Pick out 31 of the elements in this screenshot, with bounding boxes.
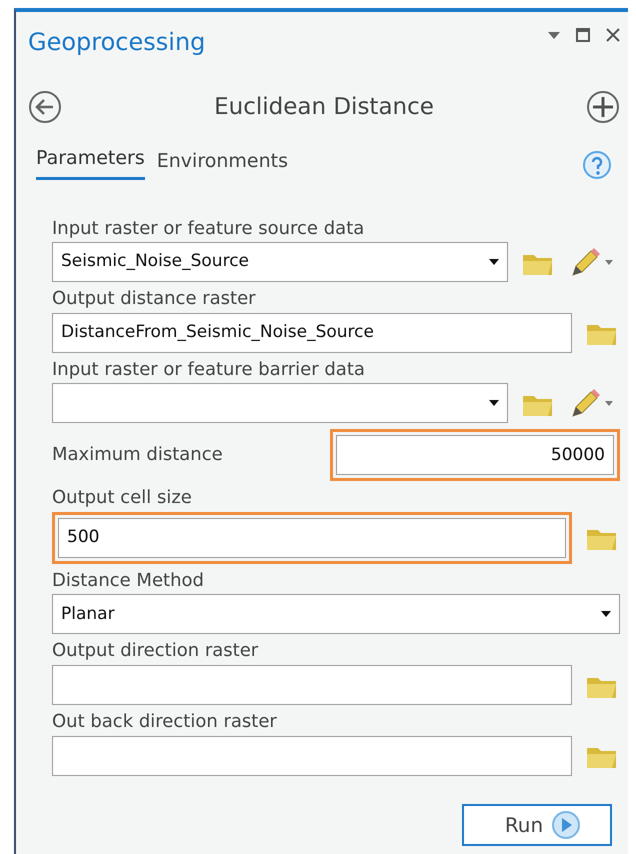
dropdown-field[interactable] bbox=[52, 383, 508, 424]
run-button[interactable]: Run bbox=[462, 804, 612, 846]
field-label: Input raster or feature barrier data bbox=[52, 358, 366, 380]
field-label: Out back direction raster bbox=[52, 711, 278, 733]
field-label: Maximum distance bbox=[52, 444, 223, 466]
input-field[interactable]: DistanceFrom_Seismic_Noise_Source bbox=[52, 312, 572, 353]
dropdown-caret-icon[interactable] bbox=[601, 611, 611, 618]
field-label: Output direction raster bbox=[52, 640, 260, 662]
pencil-icon[interactable] bbox=[569, 388, 601, 418]
pencil-icon[interactable] bbox=[569, 247, 601, 278]
dropdown-field[interactable]: Planar bbox=[52, 594, 620, 634]
close-icon[interactable] bbox=[606, 28, 620, 42]
dropdown-caret-icon[interactable] bbox=[489, 259, 499, 266]
add-icon[interactable] bbox=[586, 90, 620, 124]
field-label: Input raster or feature source data bbox=[52, 218, 366, 240]
input-field[interactable]: 500 bbox=[58, 518, 566, 558]
input-field[interactable] bbox=[52, 736, 572, 776]
maximize-icon[interactable] bbox=[576, 28, 590, 42]
input-field[interactable] bbox=[52, 665, 572, 706]
tab[interactable]: Parameters bbox=[36, 144, 145, 180]
tool-title: Euclidean Distance bbox=[214, 92, 434, 122]
play-icon bbox=[551, 810, 582, 840]
input-field[interactable]: 50000 bbox=[336, 435, 614, 476]
dropdown-caret-icon[interactable] bbox=[489, 400, 499, 406]
pane-title: Geoprocessing bbox=[28, 27, 206, 58]
field-label: Output distance raster bbox=[52, 288, 257, 310]
tab[interactable]: Environments bbox=[156, 147, 288, 180]
dropdown-field[interactable]: Seismic_Noise_Source bbox=[52, 242, 508, 282]
field-label: Distance Method bbox=[52, 570, 205, 592]
field-label: Output cell size bbox=[52, 487, 193, 509]
help-icon[interactable] bbox=[582, 150, 612, 180]
